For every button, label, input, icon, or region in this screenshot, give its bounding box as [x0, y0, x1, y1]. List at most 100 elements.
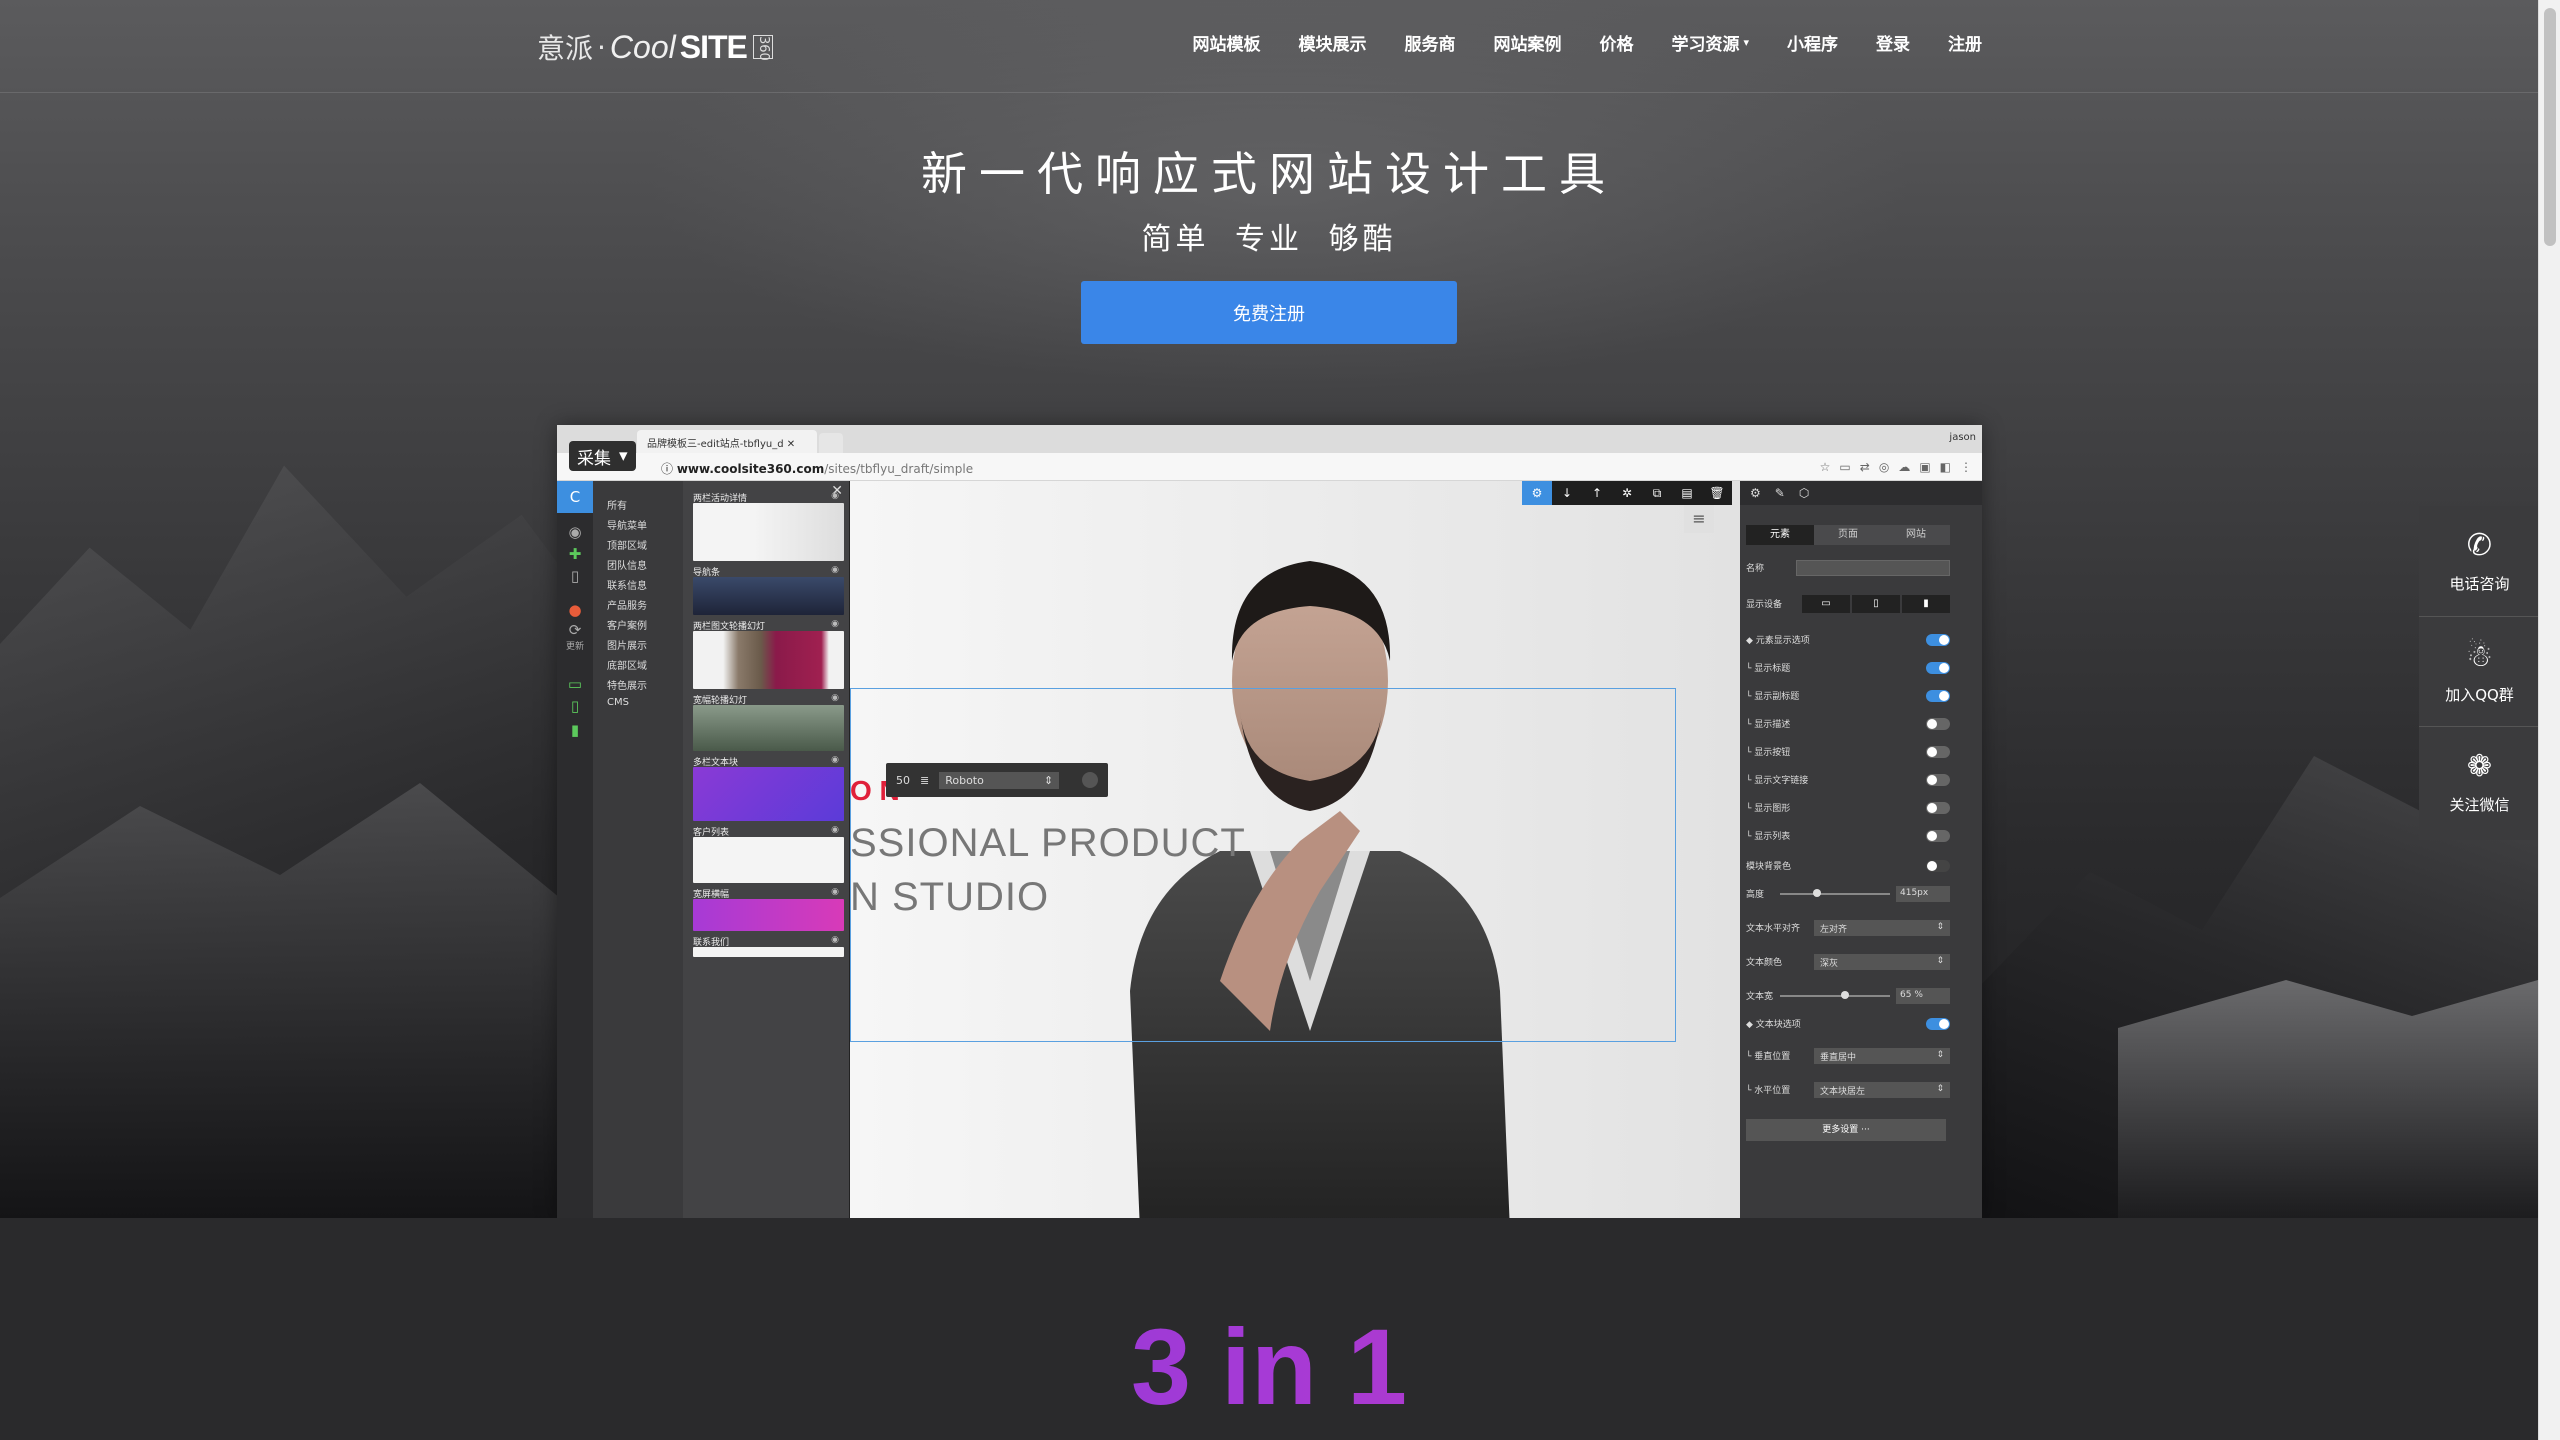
name-input[interactable]	[1796, 559, 1950, 576]
toggle-switch[interactable]	[1926, 633, 1950, 646]
category-item[interactable]: 产品服务	[607, 597, 647, 612]
free-register-button[interactable]: 免费注册	[1081, 281, 1457, 344]
phone-icon: ✆	[2466, 528, 2493, 563]
thumb-image[interactable]	[693, 837, 844, 883]
toggle-switch[interactable]	[1926, 689, 1950, 702]
site-logo[interactable]: 意派 · Cool SITE 360	[537, 26, 773, 68]
eye-icon[interactable]: ◉	[557, 523, 593, 541]
toggle-switch[interactable]	[1926, 717, 1950, 730]
settings-icon[interactable]: ⚙	[1522, 481, 1552, 505]
editor-canvas[interactable]: ⚙ ↓ ↑ ✲ ⧉ ▤ 🗑 ≡ O N SSIONAL PRODUCT N ST…	[850, 481, 1740, 1218]
tablet-icon[interactable]: ▯	[557, 697, 593, 715]
toggle-switch[interactable]	[1926, 1017, 1950, 1030]
pencil-icon[interactable]: ✎	[1775, 486, 1785, 500]
mobile-icon[interactable]: ▮	[1902, 594, 1950, 613]
save-icon[interactable]: ●	[557, 601, 593, 619]
toggle-switch[interactable]	[1926, 801, 1950, 814]
desktop-icon[interactable]: ▭	[1802, 594, 1850, 613]
category-item[interactable]: 图片展示	[607, 637, 647, 652]
nav-cases[interactable]: 网站案例	[1493, 30, 1561, 55]
height-slider[interactable]	[1780, 888, 1890, 897]
text-color-select[interactable]: 深灰 ⇕	[1814, 953, 1950, 970]
nav-templates[interactable]: 网站模板	[1192, 30, 1260, 55]
category-item[interactable]: 顶部区域	[607, 537, 647, 552]
thumb-image[interactable]	[693, 767, 844, 821]
collect-button[interactable]: 采集 ▾	[569, 441, 636, 471]
color-swatch[interactable]	[1082, 772, 1098, 788]
horizontal-position-select[interactable]: 文本块居左 ⇕	[1814, 1081, 1950, 1098]
thumb-image[interactable]	[693, 503, 844, 561]
cube-icon[interactable]: ⬡	[1799, 486, 1809, 500]
nav-modules[interactable]: 模块展示	[1298, 30, 1366, 55]
toggle-switch[interactable]	[1926, 745, 1950, 758]
paste-icon[interactable]: ▤	[1672, 481, 1702, 505]
nav-providers[interactable]: 服务商	[1404, 30, 1455, 55]
text-width-value[interactable]: 65 %	[1896, 987, 1950, 1004]
follow-wechat-button[interactable]: ❁ 关注微信	[2419, 726, 2540, 836]
thumb-image[interactable]	[693, 577, 844, 615]
add-icon[interactable]: ✚	[557, 545, 593, 563]
text-align-select[interactable]: 左对齐 ⇕	[1814, 919, 1950, 936]
arrow-up-icon[interactable]: ↑	[1582, 481, 1612, 505]
category-item[interactable]: 所有	[607, 497, 627, 512]
tab-element[interactable]: 元素	[1746, 525, 1814, 545]
gear-icon[interactable]: ✲	[1612, 481, 1642, 505]
eye-icon[interactable]: ◉	[831, 935, 839, 945]
phone-consult-button[interactable]: ✆ 电话咨询	[2419, 506, 2540, 616]
nav-miniprogram[interactable]: 小程序	[1787, 30, 1838, 55]
thumb-image[interactable]	[693, 631, 844, 689]
page-scrollbar[interactable]	[2538, 0, 2560, 1440]
update-icon[interactable]: ⟳ 更新	[557, 621, 593, 652]
category-item[interactable]: 客户案例	[607, 617, 647, 632]
toggle-switch[interactable]	[1926, 773, 1950, 786]
more-settings-button[interactable]: 更多设置 ···	[1746, 1119, 1946, 1141]
join-qq-button[interactable]: ☃ 加入QQ群	[2419, 616, 2540, 726]
canvas-heading-line1[interactable]: SSIONAL PRODUCT	[850, 821, 1246, 866]
align-icon[interactable]: ≣	[920, 774, 929, 787]
category-item[interactable]: 导航菜单	[607, 517, 647, 532]
nav-register[interactable]: 注册	[1948, 30, 1982, 55]
tab-page[interactable]: 页面	[1814, 525, 1882, 545]
text-width-slider[interactable]	[1780, 990, 1890, 999]
eye-icon[interactable]: ◉	[831, 565, 839, 575]
tab-site[interactable]: 网站	[1882, 525, 1950, 545]
eye-icon[interactable]: ◉	[831, 491, 839, 501]
color-toggle[interactable]	[1926, 859, 1950, 872]
category-item[interactable]: CMS	[607, 697, 629, 708]
page-icon[interactable]: ▯	[557, 567, 593, 585]
canvas-heading-line2[interactable]: N STUDIO	[850, 875, 1049, 920]
gear-icon[interactable]: ⚙	[1750, 486, 1761, 500]
eye-icon[interactable]: ◉	[831, 825, 839, 835]
eye-icon[interactable]: ◉	[831, 887, 839, 897]
nav-pricing[interactable]: 价格	[1599, 30, 1633, 55]
eye-icon[interactable]: ◉	[831, 619, 839, 629]
desktop-icon[interactable]: ▭	[557, 675, 593, 693]
category-item[interactable]: 底部区域	[607, 657, 647, 672]
category-item[interactable]: 特色展示	[607, 677, 647, 692]
category-item[interactable]: 联系信息	[607, 577, 647, 592]
height-value[interactable]: 415px	[1896, 885, 1950, 902]
hamburger-menu-icon[interactable]: ≡	[1684, 505, 1714, 533]
font-size-value[interactable]: 50	[896, 774, 910, 787]
vertical-position-select[interactable]: 垂直居中 ⇕	[1814, 1047, 1950, 1064]
thumb-image[interactable]	[693, 947, 844, 957]
extension-icon: ▭	[1839, 460, 1851, 474]
prop-name-row: 名称	[1746, 559, 1950, 576]
scrollbar-thumb[interactable]	[2544, 8, 2556, 246]
category-item[interactable]: 团队信息	[607, 557, 647, 572]
nav-learning[interactable]: 学习资源 ▾	[1671, 30, 1749, 55]
eye-icon[interactable]: ◉	[831, 755, 839, 765]
thumb-image[interactable]	[693, 899, 844, 931]
arrow-down-icon[interactable]: ↓	[1552, 481, 1582, 505]
toggle-switch[interactable]	[1926, 829, 1950, 842]
font-select[interactable]: Roboto ⇕	[939, 771, 1060, 789]
tablet-icon[interactable]: ▯	[1852, 594, 1900, 613]
mobile-icon[interactable]: ▮	[557, 721, 593, 739]
nav-login[interactable]: 登录	[1876, 30, 1910, 55]
eye-icon[interactable]: ◉	[831, 693, 839, 703]
thumb-image[interactable]	[693, 705, 844, 751]
trash-icon[interactable]: 🗑	[1702, 481, 1732, 505]
refresh-logo-icon[interactable]: C	[557, 481, 593, 513]
toggle-switch[interactable]	[1926, 661, 1950, 674]
copy-icon[interactable]: ⧉	[1642, 481, 1672, 505]
